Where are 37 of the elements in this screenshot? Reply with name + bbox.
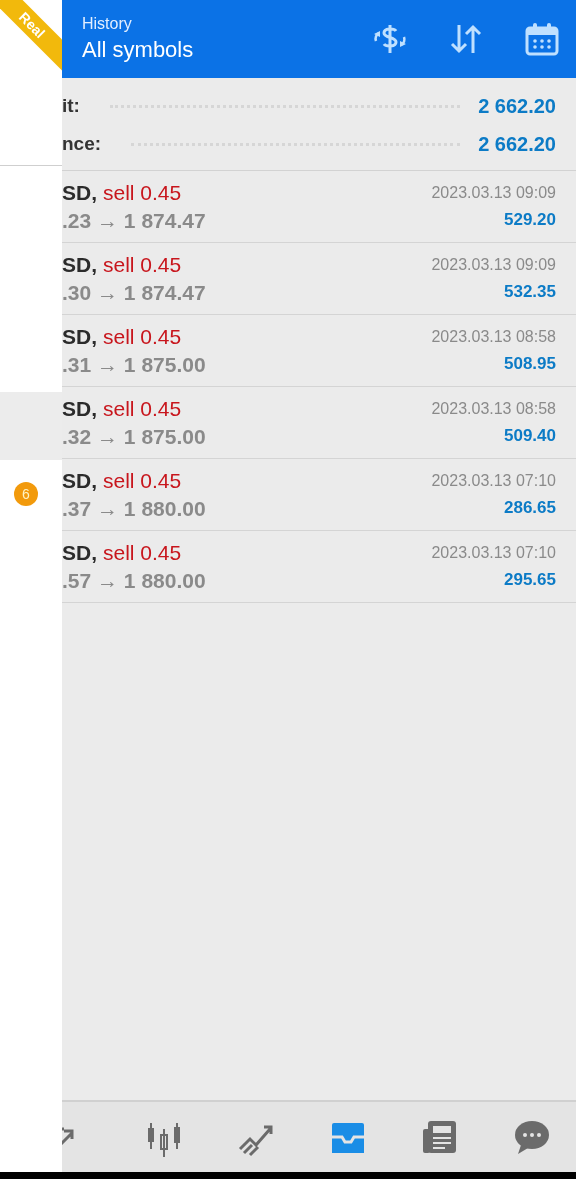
trade-type: sell 0.45 bbox=[103, 396, 182, 421]
trade-prices: .23 → 1 874.47 bbox=[62, 208, 207, 233]
trade-prices: .37 → 1 880.00 bbox=[62, 496, 207, 521]
trade-type: sell 0.45 bbox=[103, 252, 182, 277]
trade-prices: .30 → 1 874.47 bbox=[62, 280, 207, 305]
trade-time: 2023.03.13 09:09 bbox=[431, 255, 556, 274]
trade-profit: 532.35 bbox=[504, 281, 556, 302]
summary-value: 2 662.20 bbox=[478, 94, 556, 118]
trade-symbol: SD, bbox=[62, 180, 97, 205]
trade-type: sell 0.45 bbox=[103, 324, 182, 349]
trade-type: sell 0.45 bbox=[103, 180, 182, 205]
trade-profit: 529.20 bbox=[504, 209, 556, 230]
trade-symbol: SD, bbox=[62, 468, 97, 493]
trade-type: sell 0.45 bbox=[103, 540, 182, 565]
summary-value: 2 662.20 bbox=[478, 132, 556, 156]
trade-symbol: SD, bbox=[62, 396, 97, 421]
trade-time: 2023.03.13 08:58 bbox=[431, 327, 556, 346]
trade-prices: .57 → 1 880.00 bbox=[62, 568, 207, 593]
header-subtitle: History bbox=[82, 15, 133, 33]
trade-time: 2023.03.13 08:58 bbox=[431, 399, 556, 418]
trade-prices: .31 → 1 875.00 bbox=[62, 352, 207, 377]
trade-symbol: SD, bbox=[62, 324, 97, 349]
trade-time: 2023.03.13 07:10 bbox=[431, 543, 556, 562]
trade-time: 2023.03.13 09:09 bbox=[431, 183, 556, 202]
summary-label: it: bbox=[62, 95, 80, 117]
trade-profit: 509.40 bbox=[504, 425, 556, 446]
trade-profit: 295.65 bbox=[504, 569, 556, 590]
trade-profit: 286.65 bbox=[504, 497, 556, 518]
trade-profit: 508.95 bbox=[504, 353, 556, 374]
trade-symbol: SD, bbox=[62, 252, 97, 277]
trade-time: 2023.03.13 07:10 bbox=[431, 471, 556, 490]
header-title[interactable]: All symbols bbox=[82, 37, 370, 63]
trade-symbol: SD, bbox=[62, 540, 97, 565]
trade-prices: .32 → 1 875.00 bbox=[62, 424, 207, 449]
count-badge: 6 bbox=[14, 482, 38, 506]
trade-type: sell 0.45 bbox=[103, 468, 182, 493]
summary-label: nce: bbox=[62, 133, 102, 155]
